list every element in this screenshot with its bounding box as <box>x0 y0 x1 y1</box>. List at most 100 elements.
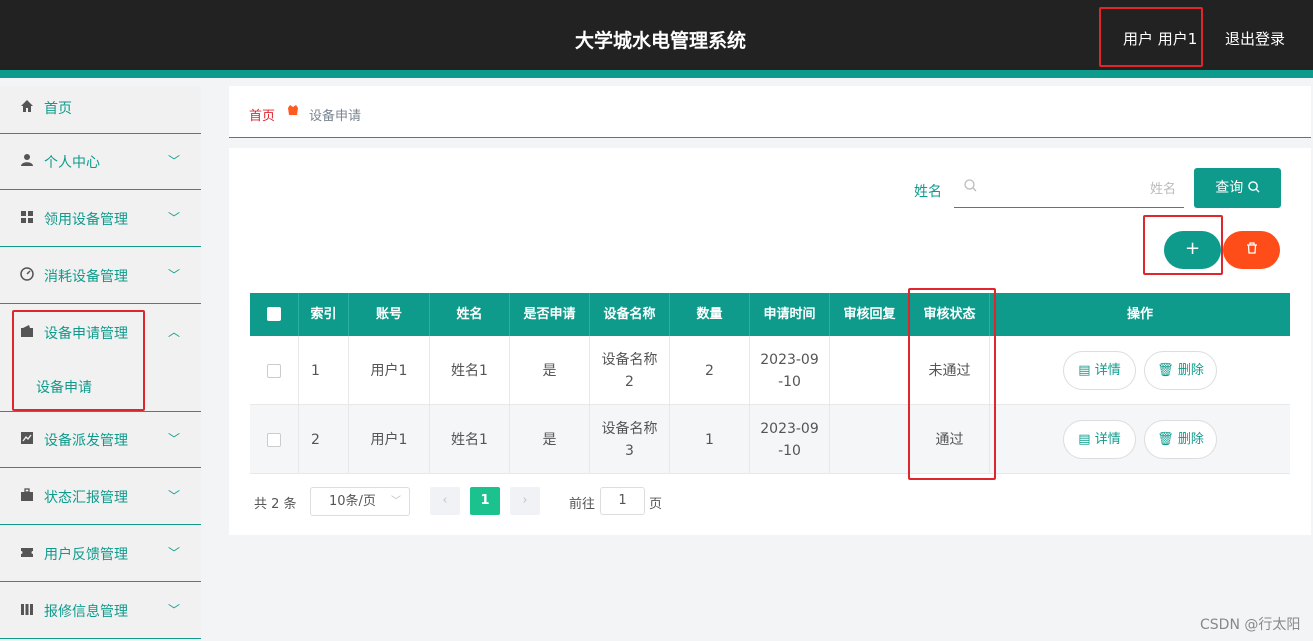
sidebar-item-label: 设备派发管理 <box>44 433 128 449</box>
breadcrumb-separator-icon <box>287 104 299 116</box>
logout-link[interactable]: 退出登录 <box>1225 28 1285 49</box>
select-all-checkbox[interactable] <box>267 307 281 321</box>
cell-index: 1 <box>299 336 349 405</box>
detail-button[interactable]: ▤ 详情 <box>1063 351 1136 390</box>
chevron-down-icon: ﹀ <box>168 546 181 560</box>
header-actions: 操作 <box>1126 307 1153 322</box>
header-name: 姓名 <box>430 293 510 336</box>
cell-reply <box>830 405 910 474</box>
page-size-value: 10条/页 <box>329 494 376 509</box>
delete-button[interactable]: 🗑 删除 <box>1144 351 1217 390</box>
cell-reply <box>830 336 910 405</box>
sidebar-item-consume-device[interactable]: 消耗设备管理 ﹀ <box>0 248 201 304</box>
cell-account: 用户1 <box>349 336 430 405</box>
cell-account: 用户1 <box>349 405 430 474</box>
chevron-down-icon: ﹀ <box>168 603 181 617</box>
header-index: 索引 <box>299 293 349 336</box>
row-checkbox[interactable] <box>267 432 281 447</box>
cell-device: 设备名称3 <box>590 405 670 474</box>
trash-icon: 🗑 <box>1157 432 1178 447</box>
chevron-down-icon: ﹀ <box>168 268 181 282</box>
header-device: 设备名称 <box>590 293 670 336</box>
ticket-icon <box>20 545 34 559</box>
batch-delete-button[interactable] <box>1223 231 1280 269</box>
row-select[interactable] <box>250 405 299 474</box>
sidebar-item-label: 状态汇报管理 <box>44 490 128 506</box>
header-select-all[interactable] <box>250 293 299 336</box>
sidebar-item-label: 用户反馈管理 <box>44 547 128 563</box>
detail-button[interactable]: ▤ 详情 <box>1063 420 1136 459</box>
sidebar-item-repair-info[interactable]: 报修信息管理 ﹀ <box>0 583 201 639</box>
chevron-down-icon: ﹀ <box>168 211 181 225</box>
cell-time: 2023-09-10 <box>750 336 830 405</box>
chevron-down-icon: ﹀ <box>168 432 181 446</box>
chevron-down-icon: ﹀ <box>168 154 181 168</box>
sidebar-item-label: 消耗设备管理 <box>44 269 128 285</box>
highlight-box-user <box>1099 7 1203 67</box>
table-row: 1 用户1 姓名1 是 设备名称2 2 2023-09-10 未通过 ▤ 详情 … <box>250 336 1290 405</box>
sidebar-item-borrow-device[interactable]: 领用设备管理 ﹀ <box>0 191 201 247</box>
prev-page-button[interactable]: ‹ <box>430 487 460 515</box>
sidebar-item-personal-center[interactable]: 个人中心 ﹀ <box>0 134 201 190</box>
chart-icon <box>20 431 34 445</box>
sidebar-item-label: 个人中心 <box>44 155 100 171</box>
header-time: 申请时间 <box>750 293 830 336</box>
highlight-box-sidebar <box>12 310 145 411</box>
gauge-icon <box>20 267 34 281</box>
header-account: 账号 <box>349 293 430 336</box>
query-button[interactable]: 查询 <box>1194 168 1281 208</box>
document-icon: ▤ <box>1078 432 1095 447</box>
cell-applied: 是 <box>510 405 590 474</box>
home-icon <box>20 99 34 113</box>
breadcrumb-home[interactable]: 首页 <box>249 105 275 124</box>
row-checkbox[interactable] <box>267 363 281 378</box>
delete-label: 删除 <box>1177 432 1204 447</box>
app-title: 大学城水电管理系统 <box>575 30 747 52</box>
search-icon <box>964 179 977 196</box>
table-header: 索引 账号 姓名 是否申请 设备名称 数量 申请时间 审核回复 审核状态 操作 <box>250 293 1290 336</box>
cell-name: 姓名1 <box>430 405 510 474</box>
detail-label: 详情 <box>1094 363 1121 378</box>
search-label: 姓名 <box>914 184 942 200</box>
grid-icon <box>20 210 34 224</box>
delete-label: 删除 <box>1177 363 1204 378</box>
chevron-down-icon: ﹀ <box>168 489 181 503</box>
trash-icon: 🗑 <box>1157 363 1178 378</box>
search-input[interactable] <box>984 174 1176 202</box>
table-row: 2 用户1 姓名1 是 设备名称3 1 2023-09-10 通过 ▤ 详情 🗑… <box>250 405 1290 474</box>
chevron-down-icon: ﹀ <box>391 496 401 507</box>
chevron-left-icon: ‹ <box>442 493 448 508</box>
cell-qty: 1 <box>670 405 750 474</box>
goto-label: 前往 <box>569 497 596 512</box>
page-number-current[interactable]: 1 <box>470 487 500 515</box>
next-page-button[interactable]: › <box>510 487 540 515</box>
briefcase-icon <box>20 488 34 502</box>
document-icon: ▤ <box>1078 363 1095 378</box>
user-icon <box>20 153 34 167</box>
header-reply: 审核回复 <box>830 293 910 336</box>
highlight-box-add <box>1143 215 1223 275</box>
trash-icon <box>1246 242 1257 254</box>
cell-actions: ▤ 详情 🗑 删除 <box>990 336 1290 405</box>
page-size-select[interactable]: 10条/页 ﹀ <box>310 487 410 516</box>
sidebar-item-device-dispatch[interactable]: 设备派发管理 ﹀ <box>0 412 201 468</box>
sidebar-item-status-report[interactable]: 状态汇报管理 ﹀ <box>0 469 201 525</box>
cell-actions: ▤ 详情 🗑 删除 <box>990 405 1290 474</box>
watermark: CSDN @行太阳 <box>1200 617 1301 633</box>
detail-label: 详情 <box>1094 432 1121 447</box>
sidebar-item-user-feedback[interactable]: 用户反馈管理 ﹀ <box>0 526 201 582</box>
goto-page-input[interactable]: 1 <box>600 487 645 515</box>
sidebar-item-home[interactable]: 首页 <box>0 86 201 134</box>
pagination-total: 共 2 条 <box>254 497 297 512</box>
sidebar-item-label: 报修信息管理 <box>44 604 128 620</box>
cell-index: 2 <box>299 405 349 474</box>
search-field[interactable] <box>954 168 1184 208</box>
delete-button[interactable]: 🗑 删除 <box>1144 420 1217 459</box>
cell-time: 2023-09-10 <box>750 405 830 474</box>
cell-qty: 2 <box>670 336 750 405</box>
breadcrumb: 首页 设备申请 <box>229 86 1311 138</box>
search-icon <box>1247 180 1260 196</box>
chevron-right-icon: › <box>522 493 528 508</box>
row-select[interactable] <box>250 336 299 405</box>
cell-device: 设备名称2 <box>590 336 670 405</box>
